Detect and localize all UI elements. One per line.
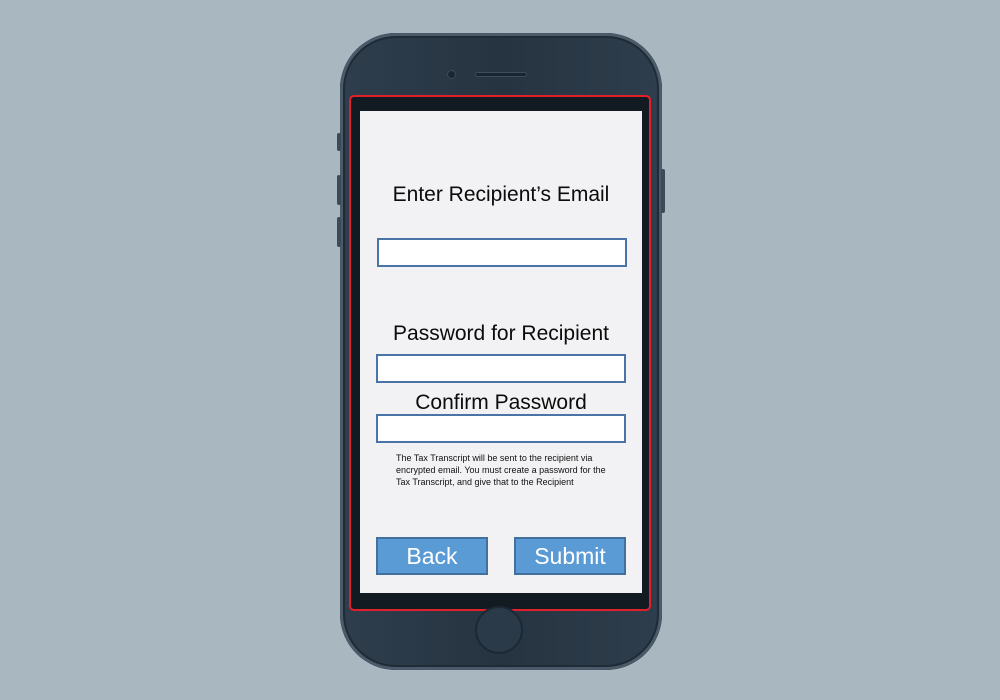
back-button[interactable]: Back — [376, 537, 488, 575]
screen-frame: Enter Recipient’s Email Password for Rec… — [349, 95, 651, 611]
password-label: Password for Recipient — [393, 322, 609, 345]
front-camera-icon — [447, 70, 456, 79]
confirm-password-label: Confirm Password — [415, 391, 587, 414]
recipient-password-input[interactable] — [376, 354, 626, 383]
confirm-password-input[interactable] — [376, 414, 626, 443]
email-label: Enter Recipient’s Email — [392, 183, 610, 206]
home-button[interactable] — [475, 606, 523, 654]
submit-button[interactable]: Submit — [514, 537, 626, 575]
volume-up-button — [337, 175, 341, 205]
phone-device: Enter Recipient’s Email Password for Rec… — [337, 33, 665, 670]
power-button — [661, 169, 665, 213]
recipient-email-input[interactable] — [377, 238, 627, 267]
stage: Enter Recipient’s Email Password for Rec… — [0, 0, 1000, 700]
app-screen: Enter Recipient’s Email Password for Rec… — [360, 111, 642, 593]
encryption-note: The Tax Transcript will be sent to the r… — [396, 453, 606, 487]
earpiece-speaker — [475, 72, 527, 77]
volume-down-button — [337, 217, 341, 247]
mute-switch — [337, 133, 341, 151]
